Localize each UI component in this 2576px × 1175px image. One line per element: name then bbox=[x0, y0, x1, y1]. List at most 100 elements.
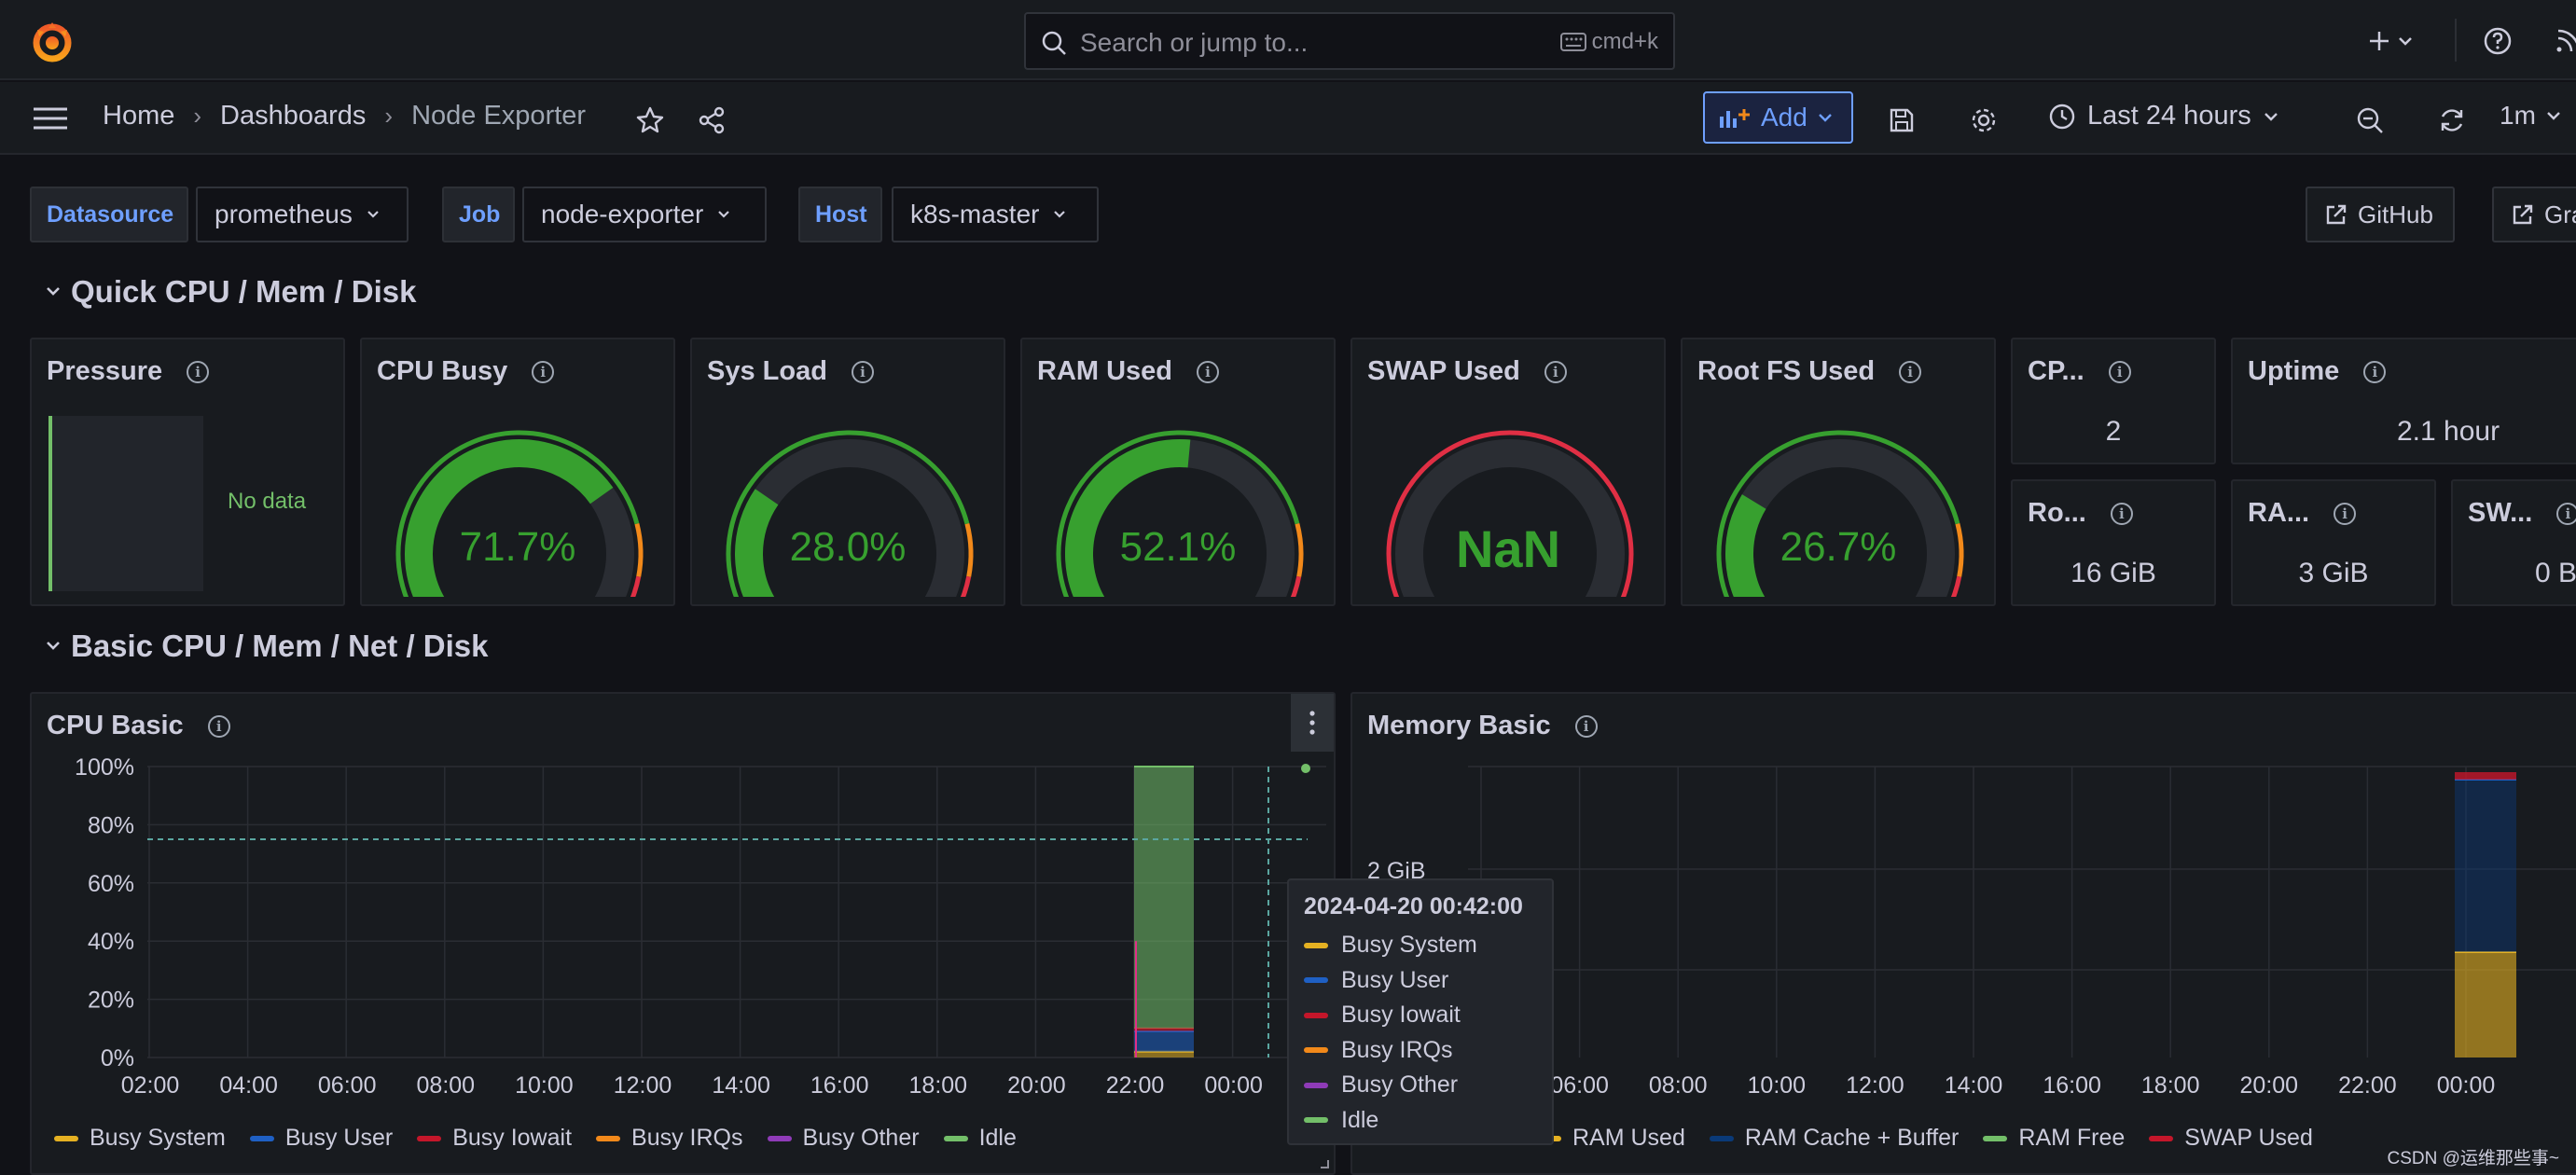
row-quick-cpu-mem-disk[interactable]: Quick CPU / Mem / Disk bbox=[45, 274, 416, 310]
refresh-interval-picker[interactable]: 1m bbox=[2500, 101, 2562, 131]
info-icon[interactable]: i bbox=[1899, 360, 1922, 383]
tooltip-swatch bbox=[1304, 1082, 1328, 1088]
variable-label-job: Job bbox=[442, 187, 515, 242]
chevron-down-icon bbox=[366, 209, 381, 220]
search-input[interactable]: Search or jump to... cmd+k bbox=[1024, 12, 1675, 70]
legend-label: Busy IRQs bbox=[631, 1125, 743, 1151]
legend-item[interactable]: Busy User bbox=[249, 1125, 393, 1152]
x-tick-label: 20:00 bbox=[2240, 1072, 2299, 1099]
info-icon[interactable]: i bbox=[2108, 360, 2131, 383]
legend-item[interactable]: Busy IRQs bbox=[596, 1125, 743, 1152]
new-menu-button[interactable] bbox=[2363, 21, 2429, 62]
search-shortcut: cmd+k bbox=[1559, 29, 1658, 55]
legend-item[interactable]: RAM Cache + Buffer bbox=[1709, 1125, 1959, 1152]
tooltip-time: 2024-04-20 00:42:00 bbox=[1304, 893, 1523, 919]
legend-item[interactable]: Busy Iowait bbox=[417, 1125, 572, 1152]
cpu-basic-legend: Busy System Busy User Busy Iowait Busy IRQs… bbox=[54, 1125, 1017, 1152]
add-button[interactable]: Add bbox=[1703, 91, 1853, 144]
time-range-picker[interactable]: Last 24 hours bbox=[2048, 101, 2279, 131]
breadcrumb-dashboards[interactable]: Dashboards bbox=[220, 101, 366, 131]
time-range-label: Last 24 hours bbox=[2087, 101, 2251, 131]
tooltip-swatch bbox=[1304, 1047, 1328, 1054]
cpu-basic-chart[interactable]: 100% 80% 60% 40% 20% 0%02:00 04:00 06:00 08:00 10… bbox=[32, 750, 1334, 1113]
legend-swatch bbox=[249, 1135, 274, 1141]
info-icon[interactable]: i bbox=[1574, 714, 1598, 738]
panel-title-text: SW... bbox=[2468, 498, 2533, 528]
grafana-logo-icon[interactable] bbox=[28, 17, 76, 65]
chevron-down-icon bbox=[45, 285, 62, 298]
search-icon bbox=[1041, 30, 1067, 56]
panel-title-text: CPU Basic bbox=[47, 711, 184, 740]
info-icon[interactable]: i bbox=[532, 360, 555, 383]
panel-sys-load: Sys Load i 28.0% bbox=[690, 338, 1005, 606]
legend-item[interactable]: Busy Other bbox=[767, 1125, 920, 1152]
legend-item[interactable]: SWAP Used bbox=[2149, 1125, 2313, 1152]
info-icon[interactable]: i bbox=[207, 714, 230, 738]
hover-point bbox=[1301, 764, 1310, 773]
info-icon[interactable]: i bbox=[187, 360, 210, 383]
panel-title: CPU Basic i bbox=[47, 711, 230, 741]
share-icon[interactable] bbox=[690, 99, 733, 142]
rss-icon[interactable] bbox=[2546, 21, 2576, 62]
legend-item[interactable]: RAM Free bbox=[1983, 1125, 2125, 1152]
info-icon[interactable]: i bbox=[851, 360, 874, 383]
panel-title: Ro... i bbox=[2028, 498, 2133, 529]
breadcrumb-home[interactable]: Home bbox=[103, 101, 174, 131]
panel-title: RA... i bbox=[2248, 498, 2357, 529]
info-icon[interactable]: i bbox=[2363, 360, 2387, 383]
github-link-label: GitHub bbox=[2358, 200, 2433, 228]
info-icon[interactable]: i bbox=[1544, 360, 1567, 383]
panel-title-text: CP... bbox=[2028, 356, 2084, 386]
series-area-ram-cache-buffer bbox=[2455, 780, 2516, 952]
legend-item[interactable]: RAM Used bbox=[1537, 1125, 1685, 1152]
legend-swatch bbox=[1709, 1135, 1734, 1141]
stat-value: 0 B bbox=[2535, 558, 2576, 588]
y-tick-label: 40% bbox=[88, 929, 134, 955]
legend-label: Busy System bbox=[90, 1125, 226, 1151]
info-icon[interactable]: i bbox=[2556, 502, 2576, 525]
panel-root-fs-used: Root FS Used i 26.7% bbox=[1681, 338, 1996, 606]
legend-item[interactable]: Busy System bbox=[54, 1125, 226, 1152]
tooltip-label: Busy Other bbox=[1341, 1071, 1459, 1099]
grafana-link[interactable]: Gra bbox=[2492, 187, 2576, 242]
tooltip-row: Busy Other bbox=[1304, 1068, 1537, 1103]
star-icon[interactable] bbox=[629, 99, 672, 142]
x-tick-label: 02:00 bbox=[121, 1072, 180, 1099]
legend-swatch bbox=[2149, 1135, 2174, 1141]
panel-title: RAM Used i bbox=[1037, 356, 1220, 387]
job-select[interactable]: node-exporter bbox=[522, 187, 767, 242]
y-tick-label: 60% bbox=[88, 871, 134, 897]
info-icon[interactable]: i bbox=[2334, 502, 2357, 525]
external-link-icon bbox=[2324, 202, 2348, 227]
x-tick-label: 16:00 bbox=[810, 1072, 869, 1099]
chevron-down-icon bbox=[716, 209, 731, 220]
menu-icon[interactable] bbox=[32, 104, 69, 132]
x-tick-label: 10:00 bbox=[515, 1072, 574, 1099]
x-tick-label: 08:00 bbox=[1649, 1072, 1708, 1099]
datasource-value: prometheus bbox=[215, 200, 353, 228]
legend-item[interactable]: Idle bbox=[943, 1125, 1017, 1152]
datasource-select[interactable]: prometheus bbox=[196, 187, 409, 242]
save-icon[interactable] bbox=[1880, 99, 1923, 142]
info-icon[interactable]: i bbox=[2110, 502, 2133, 525]
add-panel-icon bbox=[1718, 105, 1752, 130]
x-tick-label: 16:00 bbox=[2043, 1072, 2101, 1099]
info-icon[interactable]: i bbox=[1197, 360, 1220, 383]
panel-menu-button[interactable] bbox=[1291, 694, 1334, 752]
settings-gear-icon[interactable] bbox=[1962, 99, 2005, 142]
host-select[interactable]: k8s-master bbox=[892, 187, 1099, 242]
zoom-out-icon[interactable] bbox=[2348, 99, 2391, 142]
tooltip-row: Busy Iowait bbox=[1304, 998, 1537, 1033]
panel-title-text: Uptime bbox=[2248, 356, 2340, 386]
panel-cpu-busy: CPU Busy i 71.7% bbox=[360, 338, 675, 606]
github-link[interactable]: GitHub bbox=[2306, 187, 2455, 242]
legend-swatch bbox=[417, 1135, 442, 1141]
chevron-down-icon bbox=[1052, 209, 1067, 220]
help-icon[interactable] bbox=[2477, 21, 2518, 62]
x-tick-label: 06:00 bbox=[1550, 1072, 1609, 1099]
tooltip-swatch bbox=[1304, 1012, 1328, 1018]
row-basic-cpu-mem-net-disk[interactable]: Basic CPU / Mem / Net / Disk bbox=[45, 629, 488, 664]
resize-handle-icon[interactable] bbox=[1317, 1156, 1330, 1169]
refresh-icon[interactable] bbox=[2431, 99, 2473, 142]
x-tick-label: 00:00 bbox=[2437, 1072, 2496, 1099]
